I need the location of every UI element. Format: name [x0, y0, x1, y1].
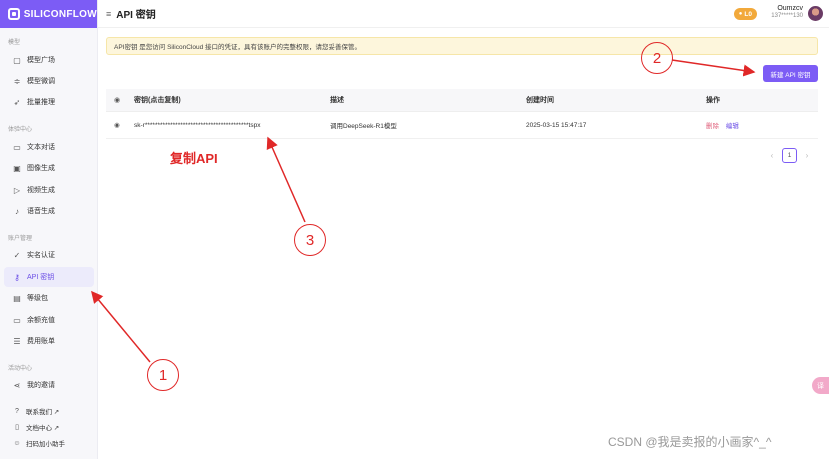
share-icon: ⋖ — [13, 380, 21, 390]
wallet-icon: ▭ — [13, 315, 21, 325]
pagination: ‹ 1 › — [766, 148, 813, 163]
key-icon: ⚷ — [14, 272, 20, 282]
footer-assistant-link[interactable]: ☺ 扫码加小助手 — [4, 436, 94, 450]
page-number[interactable]: 1 — [782, 148, 797, 163]
package-icon: ▤ — [13, 293, 21, 303]
table-header: ◉ 密钥(点击复制) 描述 创建时间 操作 — [106, 89, 818, 112]
arrow-1 — [91, 290, 151, 363]
annotation-arrows — [91, 59, 756, 363]
bill-icon: ☰ — [13, 336, 21, 346]
cube-icon: ▢ — [13, 55, 21, 65]
doc-icon: ▯ — [15, 424, 19, 431]
sidebar-item-model-square[interactable]: ▢ 模型广场 — [4, 50, 94, 70]
mic-icon: ♪ — [15, 206, 19, 216]
sidebar-item-chat[interactable]: ▭ 文本对话 — [4, 137, 94, 157]
col-desc: 描述 — [330, 97, 344, 104]
key-description: 调用DeepSeek-R1模型 — [330, 123, 397, 130]
csdn-watermark: CSDN @我是卖报的小画家^_^ — [608, 435, 772, 449]
arrow-3 — [266, 136, 306, 223]
section-label-playground: 体验中心 — [8, 127, 33, 133]
sidebar-item-invite[interactable]: ⋖ 我的邀请 — [4, 375, 94, 395]
delete-link[interactable]: 删除 — [706, 123, 719, 130]
new-api-key-button[interactable]: 新建 API 密钥 — [763, 65, 818, 82]
row-actions: 删除 编辑 — [706, 120, 818, 130]
footer-docs-link[interactable]: ▯ 文档中心 ↗ — [4, 420, 94, 434]
col-created: 创建时间 — [526, 97, 554, 104]
sliders-icon: ≑ — [13, 76, 21, 86]
footer-contact-link[interactable]: ? 联系我们 ↗ — [4, 404, 94, 418]
sidebar-item-video[interactable]: ▷ 视频生成 — [4, 180, 94, 200]
top-header: ≡ API 密钥 — [98, 0, 829, 28]
sidebar-item-recharge[interactable]: ▭ 余额充值 — [4, 310, 94, 330]
rocket-icon: ➶ — [13, 97, 21, 107]
user-phone: 137*****130 — [771, 13, 803, 19]
edit-link[interactable]: 编辑 — [726, 123, 739, 130]
next-page-icon[interactable]: › — [801, 151, 813, 160]
section-label-models: 模型 — [8, 40, 21, 46]
sidebar-item-package[interactable]: ▤ 等级包 — [4, 288, 94, 308]
chat-icon: ▭ — [13, 142, 21, 152]
sidebar: SILICONFLOW 模型 ▢ 模型广场 ≑ 模型微调 ➶ 批量推理 体验中心 ▭ 文… — [0, 0, 98, 459]
user-info[interactable]: Oumzcv 137*****130 — [771, 5, 803, 19]
page-title: API 密钥 — [116, 10, 156, 21]
menu-toggle-icon[interactable]: ≡ — [106, 9, 111, 19]
annotation-circle-1: 1 — [147, 359, 179, 391]
user-name: Oumzcv — [777, 5, 803, 12]
copy-api-annotation: 复制API — [170, 151, 218, 166]
logo-icon — [8, 8, 20, 20]
sidebar-item-verification[interactable]: ✓ 实名认证 — [4, 245, 94, 265]
row-eye-icon[interactable]: ◉ — [106, 121, 134, 129]
sidebar-item-api-keys[interactable]: ⚷ API 密钥 — [4, 267, 94, 287]
image-icon: ▣ — [13, 163, 21, 173]
table-row: ◉ sk-r**********************************… — [106, 112, 818, 139]
video-icon: ▷ — [13, 185, 21, 195]
people-icon: ☺ — [13, 439, 21, 447]
avatar[interactable] — [808, 6, 823, 21]
eye-toggle-icon[interactable]: ◉ — [106, 96, 134, 104]
user-check-icon: ✓ — [13, 250, 21, 260]
api-key-notice: API密钥 是您访问 SiliconCloud 接口的凭证，具有该账户的完整权限… — [106, 37, 818, 55]
api-key-table: ◉ 密钥(点击复制) 描述 创建时间 操作 ◉ sk-r************… — [106, 89, 818, 139]
section-label-events: 活动中心 — [8, 366, 33, 372]
sidebar-item-image[interactable]: ▣ 图像生成 — [4, 158, 94, 178]
prev-page-icon[interactable]: ‹ — [766, 151, 778, 160]
brand-logo[interactable]: SILICONFLOW — [0, 0, 97, 28]
sidebar-item-batch[interactable]: ➶ 批量推理 — [4, 92, 94, 112]
annotation-circle-2: 2 — [641, 42, 673, 74]
section-label-account: 账户管理 — [8, 236, 33, 242]
key-created-time: 2025-03-15 15:47:17 — [526, 121, 587, 129]
sidebar-item-audio[interactable]: ♪ 语音生成 — [4, 201, 94, 221]
api-key-value[interactable]: sk-r************************************… — [134, 122, 330, 129]
translate-float-button[interactable]: 译 — [812, 377, 829, 394]
arrow-2 — [671, 59, 756, 77]
annotation-circle-3: 3 — [294, 224, 326, 256]
help-icon: ? — [15, 407, 19, 415]
col-key: 密钥(点击复制) — [134, 97, 181, 104]
col-actions: 操作 — [706, 97, 720, 104]
coin-icon: ● — [738, 11, 743, 17]
level-badge[interactable]: ● L0 — [733, 8, 757, 20]
brand-name: SILICONFLOW — [23, 8, 97, 20]
sidebar-item-finetune[interactable]: ≑ 模型微调 — [4, 71, 94, 91]
sidebar-item-billing[interactable]: ☰ 费用账单 — [4, 331, 94, 351]
